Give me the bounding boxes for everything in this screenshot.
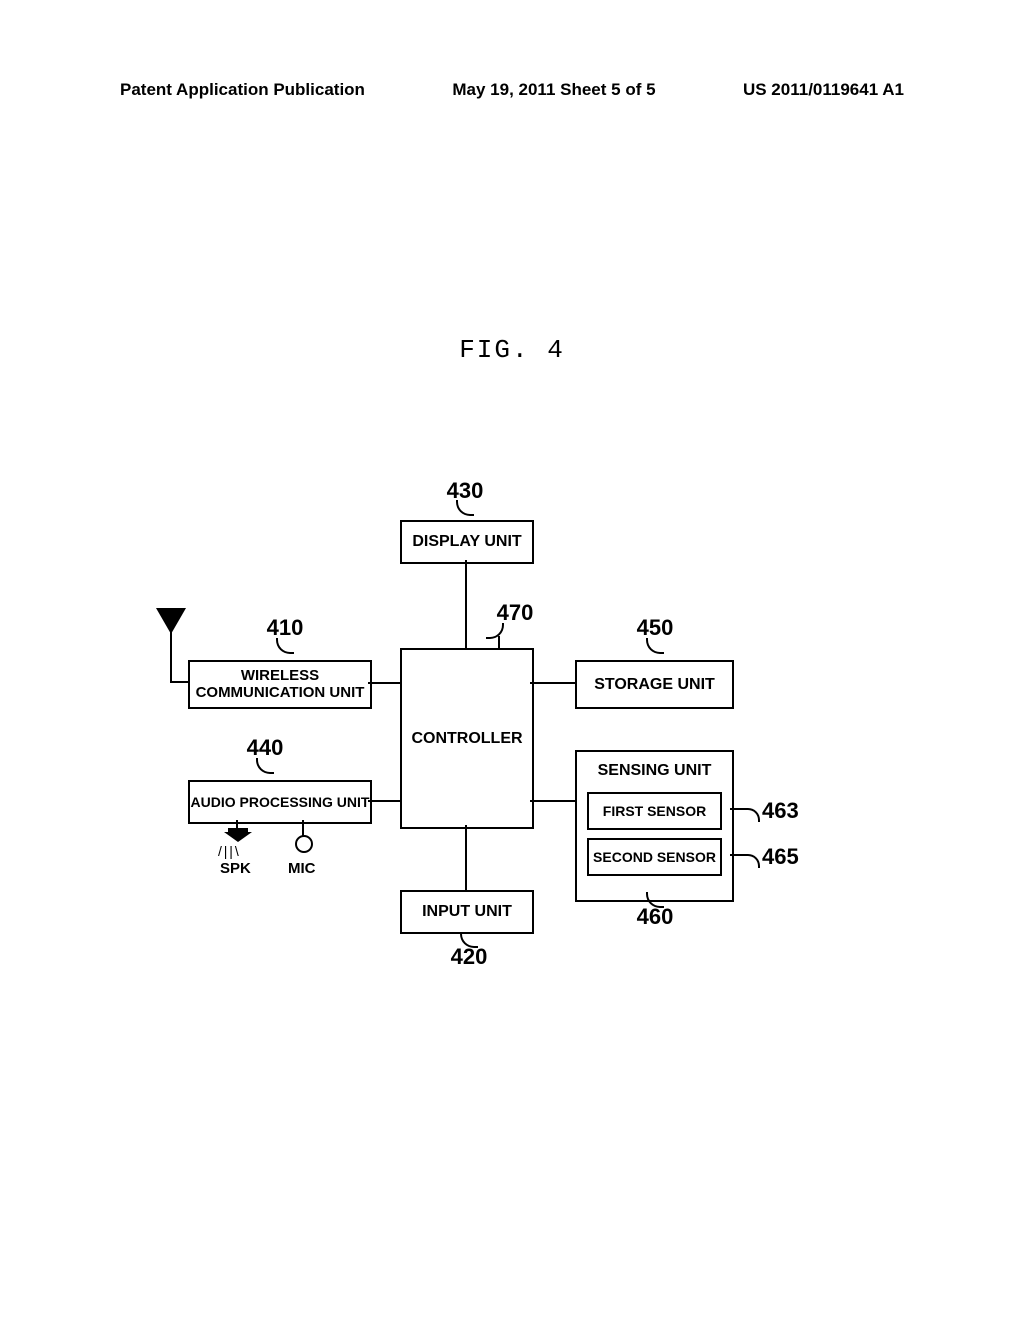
storage-unit-box: STORAGE UNIT [575,660,734,709]
figure-title: FIG. 4 [0,335,1024,365]
leader-430 [456,500,474,516]
ref-465: 465 [762,844,799,870]
first-sensor-box: FIRST SENSOR [587,792,722,830]
line-controller-input [465,825,467,890]
controller-label: CONTROLLER [411,730,522,748]
line-wireless-controller [368,682,400,684]
wireless-unit-label: WIRELESS COMMUNICATION UNIT [190,668,370,701]
second-sensor-box: SECOND SENSOR [587,838,722,876]
sensing-unit-label: SENSING UNIT [577,762,732,780]
page-header: Patent Application Publication May 19, 2… [0,80,1024,100]
audio-unit-label: AUDIO PROCESSING UNIT [191,794,370,810]
input-unit-label: INPUT UNIT [422,903,512,921]
header-center: May 19, 2011 Sheet 5 of 5 [452,80,655,100]
leader-470-line [498,636,500,648]
controller-box: CONTROLLER [400,648,534,829]
header-left: Patent Application Publication [120,80,365,100]
line-audio-controller [368,800,400,802]
ref-465-curve [746,854,760,868]
ref-460: 460 [630,904,680,930]
first-sensor-label: FIRST SENSOR [603,803,706,819]
ref-463-curve [746,808,760,822]
second-sensor-label: SECOND SENSOR [593,849,716,865]
leader-410 [276,638,294,654]
header-right: US 2011/0119641 A1 [743,80,904,100]
leader-450 [646,638,664,654]
mic-label: MIC [288,860,316,877]
wireless-unit-box: WIRELESS COMMUNICATION UNIT [188,660,372,709]
line-controller-storage [530,682,575,684]
input-unit-box: INPUT UNIT [400,890,534,934]
display-unit-label: DISPLAY UNIT [412,533,521,551]
leader-440 [256,758,274,774]
line-controller-sensing [530,800,575,802]
line-display-controller [465,560,467,648]
ref-463: 463 [762,798,799,824]
display-unit-box: DISPLAY UNIT [400,520,534,564]
spk-label: SPK [220,860,251,877]
audio-unit-box: AUDIO PROCESSING UNIT [188,780,372,824]
storage-unit-label: STORAGE UNIT [594,676,715,694]
leader-470 [486,623,504,639]
ref-420: 420 [444,944,494,970]
